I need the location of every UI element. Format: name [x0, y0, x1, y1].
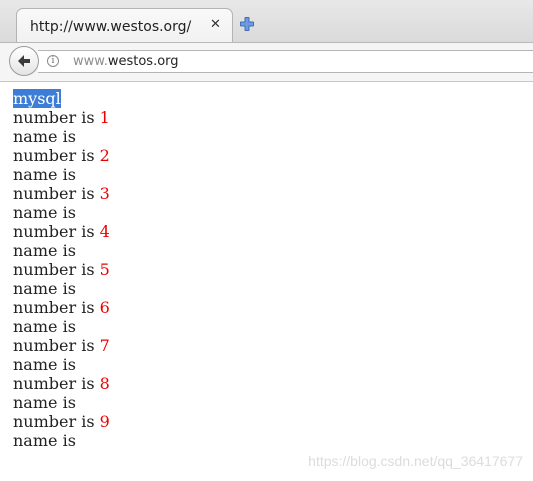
number-label: number is	[13, 374, 100, 393]
number-label: number is	[13, 412, 100, 431]
name-line: name is	[13, 355, 76, 374]
number-value: 6	[99, 298, 110, 317]
number-line: number is 5	[13, 260, 110, 279]
tab-title: http://www.westos.org/	[30, 19, 192, 35]
url-prefix: www.	[73, 54, 108, 69]
number-line: number is 4	[13, 222, 110, 241]
number-line: number is 7	[13, 336, 110, 355]
number-value: 2	[99, 146, 110, 165]
back-button[interactable]	[9, 46, 39, 76]
number-line: number is 8	[13, 374, 110, 393]
browser-tab[interactable]: http://www.westos.org/ ✕	[16, 8, 233, 42]
result-list: number is 1 name is number is 2 name is numb…	[13, 108, 110, 450]
back-arrow-icon	[18, 55, 30, 67]
watermark: https://blog.csdn.net/qq_36417677	[308, 453, 523, 469]
number-line: number is 1	[13, 108, 110, 127]
number-label: number is	[13, 260, 100, 279]
number-line: number is 3	[13, 184, 110, 203]
name-line: name is	[13, 203, 76, 222]
name-line: name is	[13, 279, 76, 298]
name-line: name is	[13, 431, 76, 450]
name-line: name is	[13, 317, 76, 336]
number-value: 7	[99, 336, 110, 355]
number-line: number is 2	[13, 146, 110, 165]
name-line: name is	[13, 241, 76, 260]
number-label: number is	[13, 184, 100, 203]
number-value: 8	[99, 374, 110, 393]
number-label: number is	[13, 108, 100, 127]
url-bar[interactable]: i www.westos.org	[38, 50, 533, 73]
name-line: name is	[13, 127, 76, 146]
selected-heading[interactable]: mysql	[13, 89, 61, 108]
number-label: number is	[13, 298, 100, 317]
number-label: number is	[13, 222, 100, 241]
name-line: name is	[13, 165, 76, 184]
number-value: 9	[99, 412, 110, 431]
name-line: name is	[13, 393, 76, 412]
heading-line: mysql	[13, 89, 110, 108]
number-line: number is 9	[13, 412, 110, 431]
number-value: 3	[99, 184, 110, 203]
number-value: 5	[99, 260, 110, 279]
info-icon[interactable]: i	[47, 55, 59, 67]
number-label: number is	[13, 336, 100, 355]
close-icon[interactable]: ✕	[210, 17, 221, 32]
page-content: mysql number is 1 name is number is 2 name …	[13, 89, 110, 450]
number-value: 1	[99, 108, 110, 127]
tab-strip: http://www.westos.org/ ✕	[0, 0, 533, 43]
url-domain: westos.org	[107, 54, 179, 69]
url-text[interactable]: www.westos.org	[73, 54, 179, 69]
plus-icon[interactable]	[238, 15, 256, 33]
number-label: number is	[13, 146, 100, 165]
number-line: number is 6	[13, 298, 110, 317]
navigation-bar: i www.westos.org	[0, 43, 533, 82]
number-value: 4	[99, 222, 110, 241]
